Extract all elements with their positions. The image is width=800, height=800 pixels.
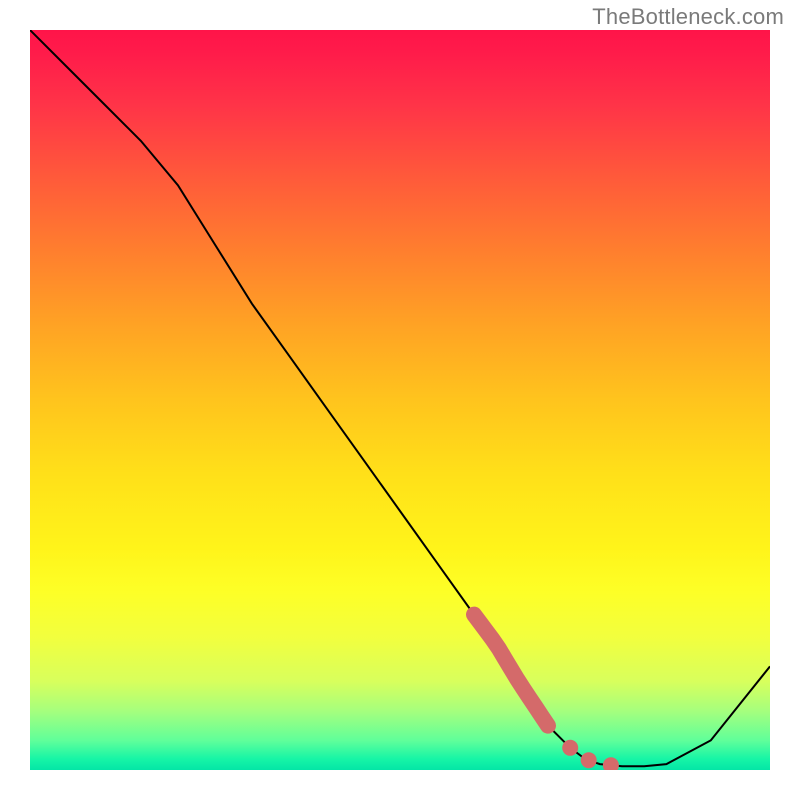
- plot-area: [30, 30, 770, 770]
- watermark-label: TheBottleneck.com: [592, 4, 784, 30]
- highlight-segment: [474, 615, 548, 726]
- chart-container: TheBottleneck.com: [0, 0, 800, 800]
- highlight-dot: [581, 752, 597, 768]
- bottleneck-curve-line: [30, 30, 770, 766]
- chart-svg: [30, 30, 770, 770]
- highlight-dot: [562, 740, 578, 756]
- highlight-dot: [603, 757, 619, 770]
- highlight-dots-group: [562, 740, 619, 770]
